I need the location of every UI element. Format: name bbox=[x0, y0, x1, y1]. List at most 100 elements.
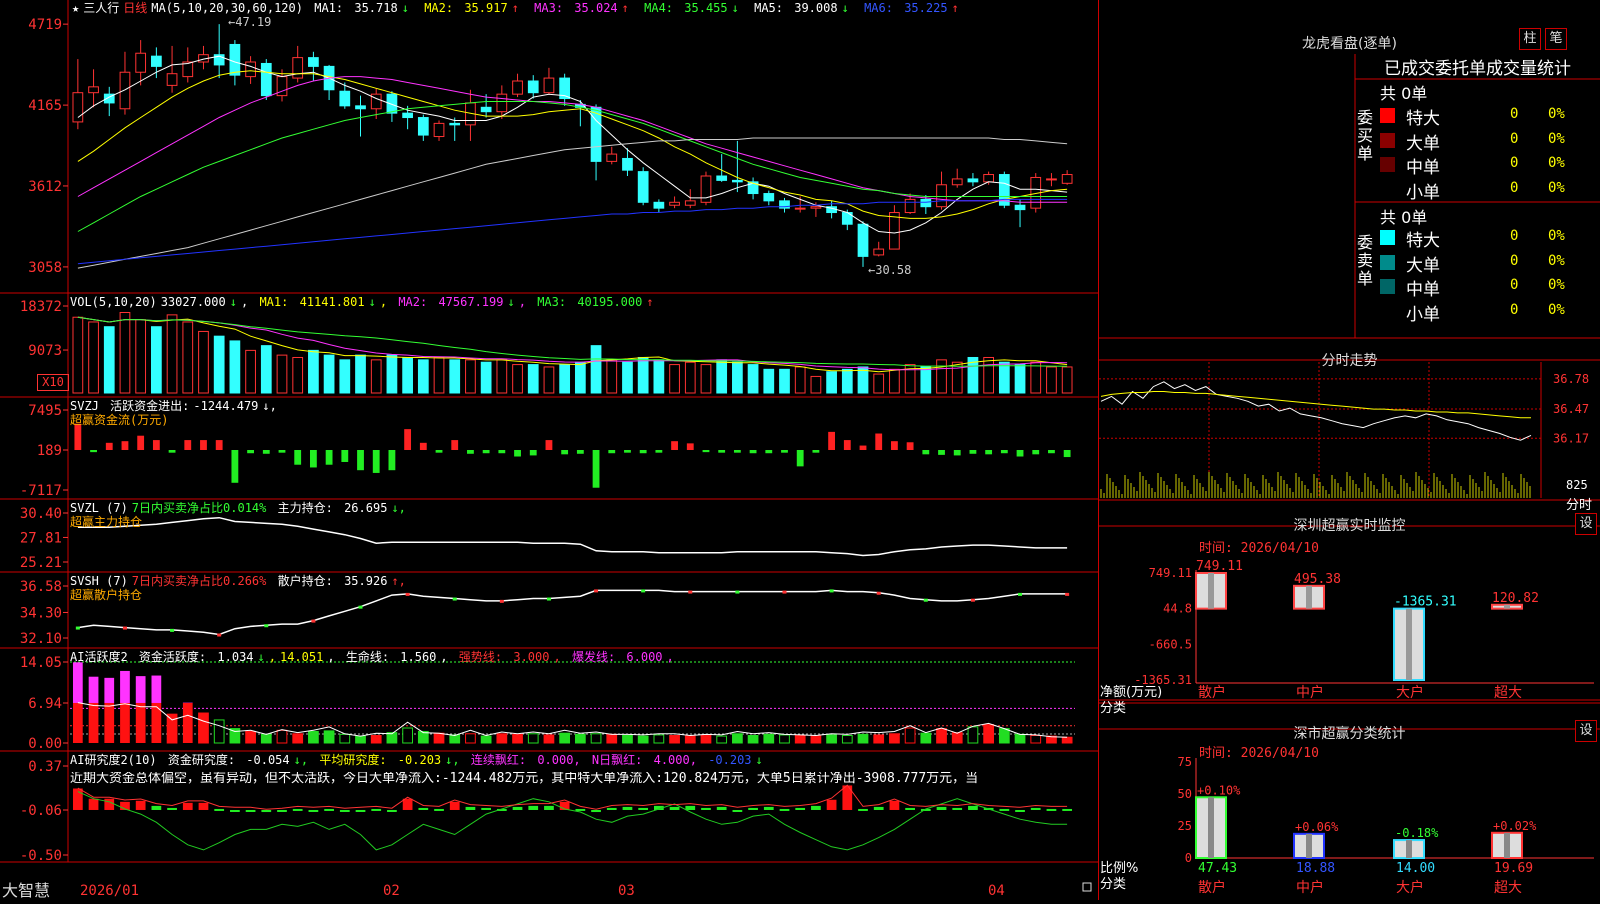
svsh-dot bbox=[170, 629, 174, 632]
svzj-bar bbox=[671, 441, 678, 450]
volume-bar bbox=[921, 367, 931, 393]
svsh-dot bbox=[1018, 593, 1022, 596]
ai1-tick: 6.94 bbox=[28, 696, 62, 712]
svzj-bar bbox=[1064, 450, 1071, 457]
szm-tick: 749.11 bbox=[1149, 566, 1192, 580]
szc-value: 47.43 bbox=[1198, 861, 1237, 876]
volume-bar bbox=[842, 369, 852, 393]
ai2-bar bbox=[403, 799, 413, 810]
volume-bar bbox=[418, 360, 428, 393]
star-icon[interactable]: ★ bbox=[72, 1, 79, 15]
volume-bar bbox=[670, 365, 680, 393]
szc-tick: 75 bbox=[1178, 755, 1192, 769]
lock-icon[interactable] bbox=[1083, 883, 1091, 891]
sz-monitor-settings-button[interactable]: 设 bbox=[1575, 513, 1597, 535]
ai2-bar bbox=[136, 801, 146, 810]
ai1-bar bbox=[466, 734, 476, 743]
ai2-bar bbox=[1031, 808, 1041, 810]
ai1-bar bbox=[984, 725, 994, 743]
ai2-bar bbox=[513, 807, 523, 810]
volume-bar bbox=[890, 369, 900, 393]
svzj-legend: SVZJ 活跃资金进出:-1244.479↓, bbox=[70, 399, 281, 413]
ai1-bar-top bbox=[136, 676, 146, 703]
sell-row: 中单00% bbox=[1380, 275, 1600, 297]
buy-row-pct: 0% bbox=[1548, 131, 1565, 147]
sell-row-count: 0 bbox=[1510, 253, 1518, 269]
svsh-tick: 36.58 bbox=[20, 579, 62, 595]
svzj-bar bbox=[373, 450, 380, 473]
candle-body bbox=[638, 172, 648, 203]
ai1-bar bbox=[497, 734, 507, 743]
svsh-tick: 32.10 bbox=[20, 631, 62, 647]
buy-row-name: 小单 bbox=[1406, 178, 1440, 203]
volume-bar bbox=[167, 315, 177, 393]
ai2-bar bbox=[481, 808, 491, 810]
ai2-bar bbox=[151, 806, 161, 810]
sell-row-name: 大单 bbox=[1406, 251, 1440, 276]
ai2-tick: -0.06 bbox=[20, 803, 62, 819]
ai1-bar bbox=[623, 736, 633, 743]
volume-bar bbox=[874, 374, 884, 393]
volume-bar bbox=[324, 355, 334, 393]
ai2-bar bbox=[528, 806, 538, 810]
volume-bar bbox=[544, 367, 554, 393]
bar-view-button[interactable]: 柱 bbox=[1519, 28, 1541, 50]
vol-unit-badge[interactable]: X10 bbox=[37, 374, 69, 391]
szc-category: 散户 bbox=[1198, 879, 1226, 896]
szm-category: 中户 bbox=[1296, 684, 1324, 701]
moving-average-lines bbox=[78, 56, 1067, 268]
candle-body bbox=[151, 56, 161, 66]
svzj-bar bbox=[530, 450, 537, 455]
ai2-bar bbox=[544, 806, 554, 810]
szm-bar-shade bbox=[1208, 573, 1214, 609]
svzj-bar bbox=[812, 450, 819, 453]
svzl-tick: 27.81 bbox=[20, 530, 62, 546]
volume-bar bbox=[450, 360, 460, 393]
svzj-bar bbox=[404, 429, 411, 450]
szc-delta-label: +0.02% bbox=[1493, 819, 1537, 833]
sz-class-time: 时间: 2026/04/10 bbox=[1199, 742, 1319, 761]
candle-body bbox=[654, 202, 664, 208]
ai1-bar bbox=[450, 735, 460, 743]
ma3-line bbox=[78, 77, 1067, 203]
volume-bar bbox=[780, 369, 790, 393]
chart-area[interactable]: 47194165361230581837290737495189-711730.… bbox=[0, 0, 1099, 900]
sell-row-count: 0 bbox=[1510, 277, 1518, 293]
volume-bar bbox=[733, 362, 743, 393]
period-label[interactable]: 日线 bbox=[123, 1, 147, 15]
ai1-bar bbox=[685, 736, 695, 743]
svzj-bar bbox=[907, 442, 914, 450]
ai2-bar bbox=[733, 810, 743, 812]
volume-bar bbox=[1015, 365, 1025, 393]
svzj-bar bbox=[436, 450, 443, 453]
svzj-bar bbox=[985, 450, 992, 454]
szc-value: 19.69 bbox=[1494, 861, 1533, 876]
candle-body bbox=[261, 63, 271, 95]
main-legend: ★三人行日线MA(5,10,20,30,60,120) MA1: 35.718↓… bbox=[72, 1, 967, 15]
ai1-bar bbox=[748, 736, 758, 743]
svsh-dot bbox=[641, 589, 645, 592]
candle-body bbox=[607, 154, 617, 161]
ai2-bar bbox=[466, 807, 476, 810]
svzj-bar bbox=[294, 450, 301, 465]
volume-bar bbox=[638, 357, 648, 393]
tick-view-button[interactable]: 笔 bbox=[1545, 28, 1567, 50]
ai2-bar bbox=[214, 809, 224, 811]
ai1-bar bbox=[403, 728, 413, 743]
vol-tick: 9073 bbox=[28, 343, 62, 359]
buy-row-count: 0 bbox=[1510, 155, 1518, 171]
svzj-bar bbox=[954, 450, 961, 455]
candle-body bbox=[921, 199, 931, 206]
volume-bar bbox=[481, 362, 491, 393]
volume-bar bbox=[1062, 367, 1072, 393]
szm-bar-shade bbox=[1406, 609, 1412, 680]
candle-body bbox=[230, 44, 240, 75]
sell-row-count: 0 bbox=[1510, 228, 1518, 244]
buy-row-count: 0 bbox=[1510, 131, 1518, 147]
svsh-dot bbox=[500, 600, 504, 603]
ma-params: MA(5,10,20,30,60,120) bbox=[151, 1, 303, 15]
sz-class-settings-button[interactable]: 设 bbox=[1575, 720, 1597, 742]
svsh-dot bbox=[123, 627, 127, 630]
ai1-bar bbox=[827, 735, 837, 743]
svzj-bar bbox=[74, 424, 81, 450]
